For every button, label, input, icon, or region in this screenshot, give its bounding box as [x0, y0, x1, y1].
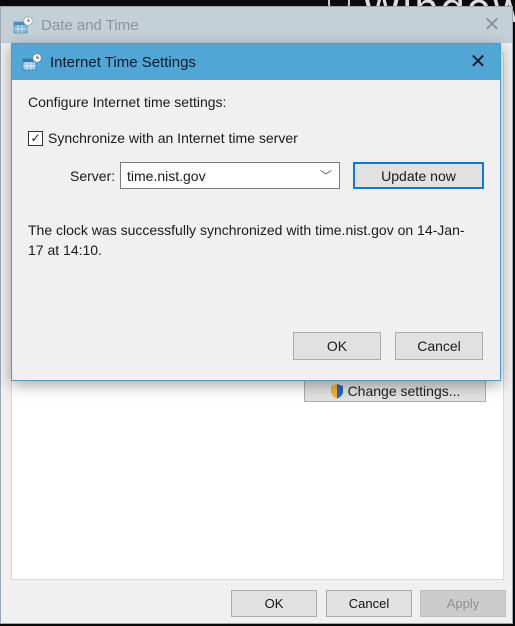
sync-status-message: The clock was successfully synchronized … [28, 222, 465, 258]
sync-checkbox-row[interactable]: ✓ Synchronize with an Internet time serv… [28, 130, 298, 146]
change-settings-label: Change settings... [347, 383, 461, 399]
calendar-clock-icon [22, 53, 42, 71]
dialog-title-bar: Internet Time Settings [12, 44, 500, 80]
dialog-title: Internet Time Settings [50, 53, 196, 71]
checkmark-icon: ✓ [30, 131, 41, 145]
outer-ok-button[interactable]: OK [231, 590, 317, 617]
internet-time-settings-dialog: Internet Time Settings ✕ Configure Inter… [11, 43, 501, 381]
server-combobox[interactable]: time.nist.gov ﹀ [120, 162, 340, 189]
chevron-down-icon[interactable]: ﹀ [320, 167, 332, 184]
sync-checkbox[interactable]: ✓ [28, 130, 43, 146]
uac-shield-icon [330, 384, 343, 399]
outer-window-title: Date and Time [41, 16, 139, 34]
outer-title-bar: Date and Time [1, 7, 512, 43]
outer-cancel-button[interactable]: Cancel [326, 590, 412, 617]
outer-apply-button[interactable]: Apply [420, 590, 506, 617]
server-label: Server: [70, 168, 116, 184]
close-icon: ✕ [469, 51, 487, 73]
dialog-ok-button[interactable]: OK [293, 332, 381, 360]
calendar-clock-icon [13, 16, 33, 34]
dialog-close-button[interactable]: ✕ [468, 52, 488, 72]
dialog-cancel-button[interactable]: Cancel [395, 332, 483, 360]
sync-checkbox-label: Synchronize with an Internet time server [48, 130, 298, 146]
change-settings-button[interactable]: Change settings... [304, 380, 486, 402]
outer-close-button[interactable]: ✕ [482, 15, 502, 35]
configure-label: Configure Internet time settings: [28, 94, 227, 110]
close-icon: ✕ [483, 14, 501, 36]
update-now-button[interactable]: Update now [353, 162, 484, 189]
server-value: time.nist.gov [127, 167, 206, 184]
